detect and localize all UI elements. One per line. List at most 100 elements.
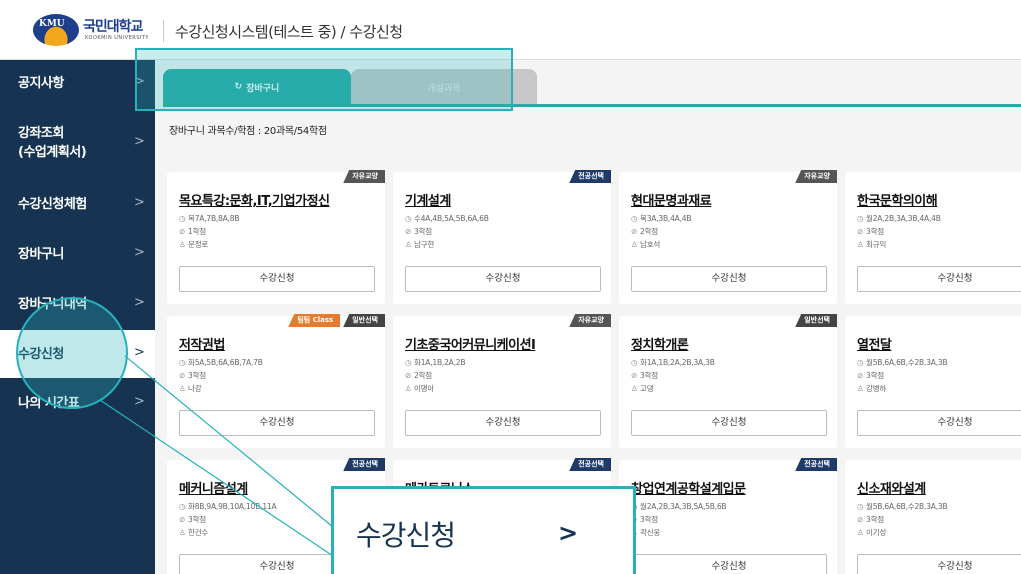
person-icon: ♙ (179, 240, 186, 249)
register-button[interactable]: 수강신청 (405, 266, 601, 292)
credit-icon: ⊘ (179, 371, 186, 380)
course-credit: ⊘3학점 (857, 514, 884, 525)
course-badges: 전공선택 (569, 458, 611, 471)
course-type-badge: 전공선택 (343, 458, 385, 471)
screen: KMU 국민대학교 KOOKMIN UNIVERSITY 수강신청시스템(테스트… (0, 0, 1021, 574)
course-badges: 전공선택 (343, 458, 385, 471)
course-type-badge: 전공선택 (569, 170, 611, 183)
zoom-callout: 수강신청 > (331, 486, 636, 574)
course-prof: ♙ 문정로 (179, 239, 208, 250)
course-prof-text: 강병하 (866, 384, 887, 393)
course-time-text: 화8B,9A,9B,10A,10B,11A (188, 502, 277, 511)
credit-icon: ⊘ (179, 515, 186, 524)
course-time: ◷월2A,2B,3A,3B,5A,5B,6B (631, 501, 727, 512)
chevron-right-icon: > (134, 345, 145, 360)
menu-highlight-circle (16, 297, 128, 409)
course-credit-text: 3학점 (640, 371, 658, 380)
course-prof-text: 이기성 (866, 528, 887, 537)
course-prof-text: 문정로 (188, 240, 209, 249)
clock-icon: ◷ (857, 358, 864, 367)
register-button[interactable]: 수강신청 (857, 410, 1021, 436)
course-card: 전공선택 기계설계 ◷ 수4A,4B,5A,5B,6A,6B ⊘ 3학점 ♙ 남구현 수강신청 (393, 170, 611, 304)
course-time-text: 화5A,5B,6A,6B,7A,7B (188, 358, 263, 367)
credit-icon: ⊘ (405, 371, 412, 380)
course-title[interactable]: 현대문명과재료 (631, 190, 712, 209)
course-title[interactable]: 열전달 (857, 334, 892, 353)
course-credit-text: 3학점 (640, 515, 658, 524)
page-title: 수강신청시스템(테스트 중) / 수강신청 (175, 23, 403, 41)
course-type-badge: 팀팀 Class (288, 314, 341, 327)
course-card: 교한국문학의이해◷월2A,2B,3A,3B,4A,4B⊘3학점♙최규익수강신청 (845, 172, 1021, 304)
sidebar-item-0[interactable]: 공지사항 > (0, 60, 155, 106)
course-prof-text: 남호석 (640, 240, 661, 249)
clock-icon: ◷ (857, 502, 864, 511)
sidebar-item-label: 강좌조회 (수업계획서) (18, 126, 87, 160)
course-title[interactable]: 정치학개론 (631, 334, 689, 353)
course-card: 전열전달◷월5B,6A,6B,수2B,3A,3B⊘3학점♙강병하수강신청 (845, 316, 1021, 448)
course-title[interactable]: 저작권법 (179, 334, 225, 353)
course-credit-text: 3학점 (866, 515, 884, 524)
person-icon: ♙ (405, 384, 412, 393)
logo-name: 국민대학교 (83, 19, 143, 35)
course-prof-text: 한건수 (188, 528, 209, 537)
course-credit-text: 2학점 (414, 371, 432, 380)
course-card: 팀팀 Class 일반선택 저작권법 ◷ 화5A,5B,6A,6B,7A,7B ⊘ 3학점 ♙… (167, 314, 385, 448)
register-button[interactable]: 수강신청 (631, 266, 827, 292)
sidebar-item-2[interactable]: 수강신청체험 > (0, 180, 155, 228)
course-credit: ⊘ 2학점 (631, 226, 658, 237)
person-icon: ♙ (857, 384, 864, 393)
course-type-badge: 자유교양 (795, 170, 837, 183)
course-time-text: 월2A,2B,3A,3B,4A,4B (866, 214, 941, 223)
course-title[interactable]: 기계설계 (405, 190, 451, 209)
course-title[interactable]: 기초중국어커뮤니케이션I (405, 334, 536, 353)
person-icon: ♙ (631, 384, 638, 393)
credit-icon: ⊘ (405, 227, 412, 236)
register-button[interactable]: 수강신청 (857, 266, 1021, 292)
course-time-text: 월5B,6A,6B,수2B,3A,3B (866, 502, 948, 511)
course-type-badge: 전공선택 (795, 458, 837, 471)
register-button[interactable]: 수강신청 (857, 554, 1021, 574)
course-time-text: 목3A,3B,4A,4B (640, 214, 692, 223)
logo-subtitle: KOOKMIN UNIVERSITY (85, 35, 149, 41)
clock-icon: ◷ (405, 358, 412, 367)
logo-kmu-text: KMU (39, 19, 65, 29)
course-prof-text: 고댕 (640, 384, 654, 393)
course-title[interactable]: 신소재와설계 (857, 478, 926, 497)
course-title[interactable]: 창업연계공학설계입문 (631, 478, 746, 497)
course-prof: ♙ 한건수 (179, 527, 208, 538)
course-type-badge: 전공선택 (569, 458, 611, 471)
course-time: ◷ 화5A,5B,6A,6B,7A,7B (179, 357, 263, 368)
register-button[interactable]: 수강신청 (179, 266, 375, 292)
course-title[interactable]: 한국문학의이해 (857, 190, 938, 209)
course-time: ◷ 목7A,7B,8A,8B (179, 213, 239, 224)
clock-icon: ◷ (179, 502, 186, 511)
clock-icon: ◷ (857, 214, 864, 223)
course-prof: ♙ 남호석 (631, 239, 660, 250)
course-card: 일반선택 정치학개론 ◷ 화1A,1B,2A,2B,3A,3B ⊘ 3학점 ♙ 고댕 수강신청 (619, 314, 837, 448)
university-logo[interactable]: KMU 국민대학교 KOOKMIN UNIVERSITY (33, 14, 155, 46)
sidebar-item-1[interactable]: 강좌조회 (수업계획서) > (0, 112, 155, 174)
course-time: ◷ 월5B,6A,6B,수2B,3A,3B (857, 501, 948, 512)
course-prof: ♙ 이명아 (405, 383, 434, 394)
credit-icon: ⊘ (179, 227, 186, 236)
course-title[interactable]: 메커니즘설계 (179, 478, 248, 497)
credit-icon: ⊘ (631, 227, 638, 236)
register-button[interactable]: 수강신청 (179, 410, 375, 436)
sidebar-item-3[interactable]: 장바구니 > (0, 230, 155, 278)
course-type-badge: 자유교양 (343, 170, 385, 183)
clock-icon: ◷ (179, 358, 186, 367)
course-badges: 전공선택 (795, 458, 837, 471)
register-button[interactable]: 수강신청 (405, 410, 601, 436)
course-credit-text: 2학점 (640, 227, 658, 236)
course-title[interactable]: 목요특강:문화,IT,기업가정신 (179, 190, 330, 209)
course-badges: 자유교양 (343, 170, 385, 183)
chevron-right-icon: > (134, 195, 145, 210)
register-button[interactable]: 수강신청 (631, 410, 827, 436)
course-credit-text: 3학점 (188, 515, 206, 524)
register-button[interactable]: 수강신청 (631, 554, 827, 574)
course-prof-text: 나강 (188, 384, 202, 393)
course-time-text: 수4A,4B,5A,5B,6A,6B (414, 214, 489, 223)
course-badges: 전공선택 (569, 170, 611, 183)
credit-icon: ⊘ (857, 515, 864, 524)
course-time: ◷ 수4A,4B,5A,5B,6A,6B (405, 213, 489, 224)
